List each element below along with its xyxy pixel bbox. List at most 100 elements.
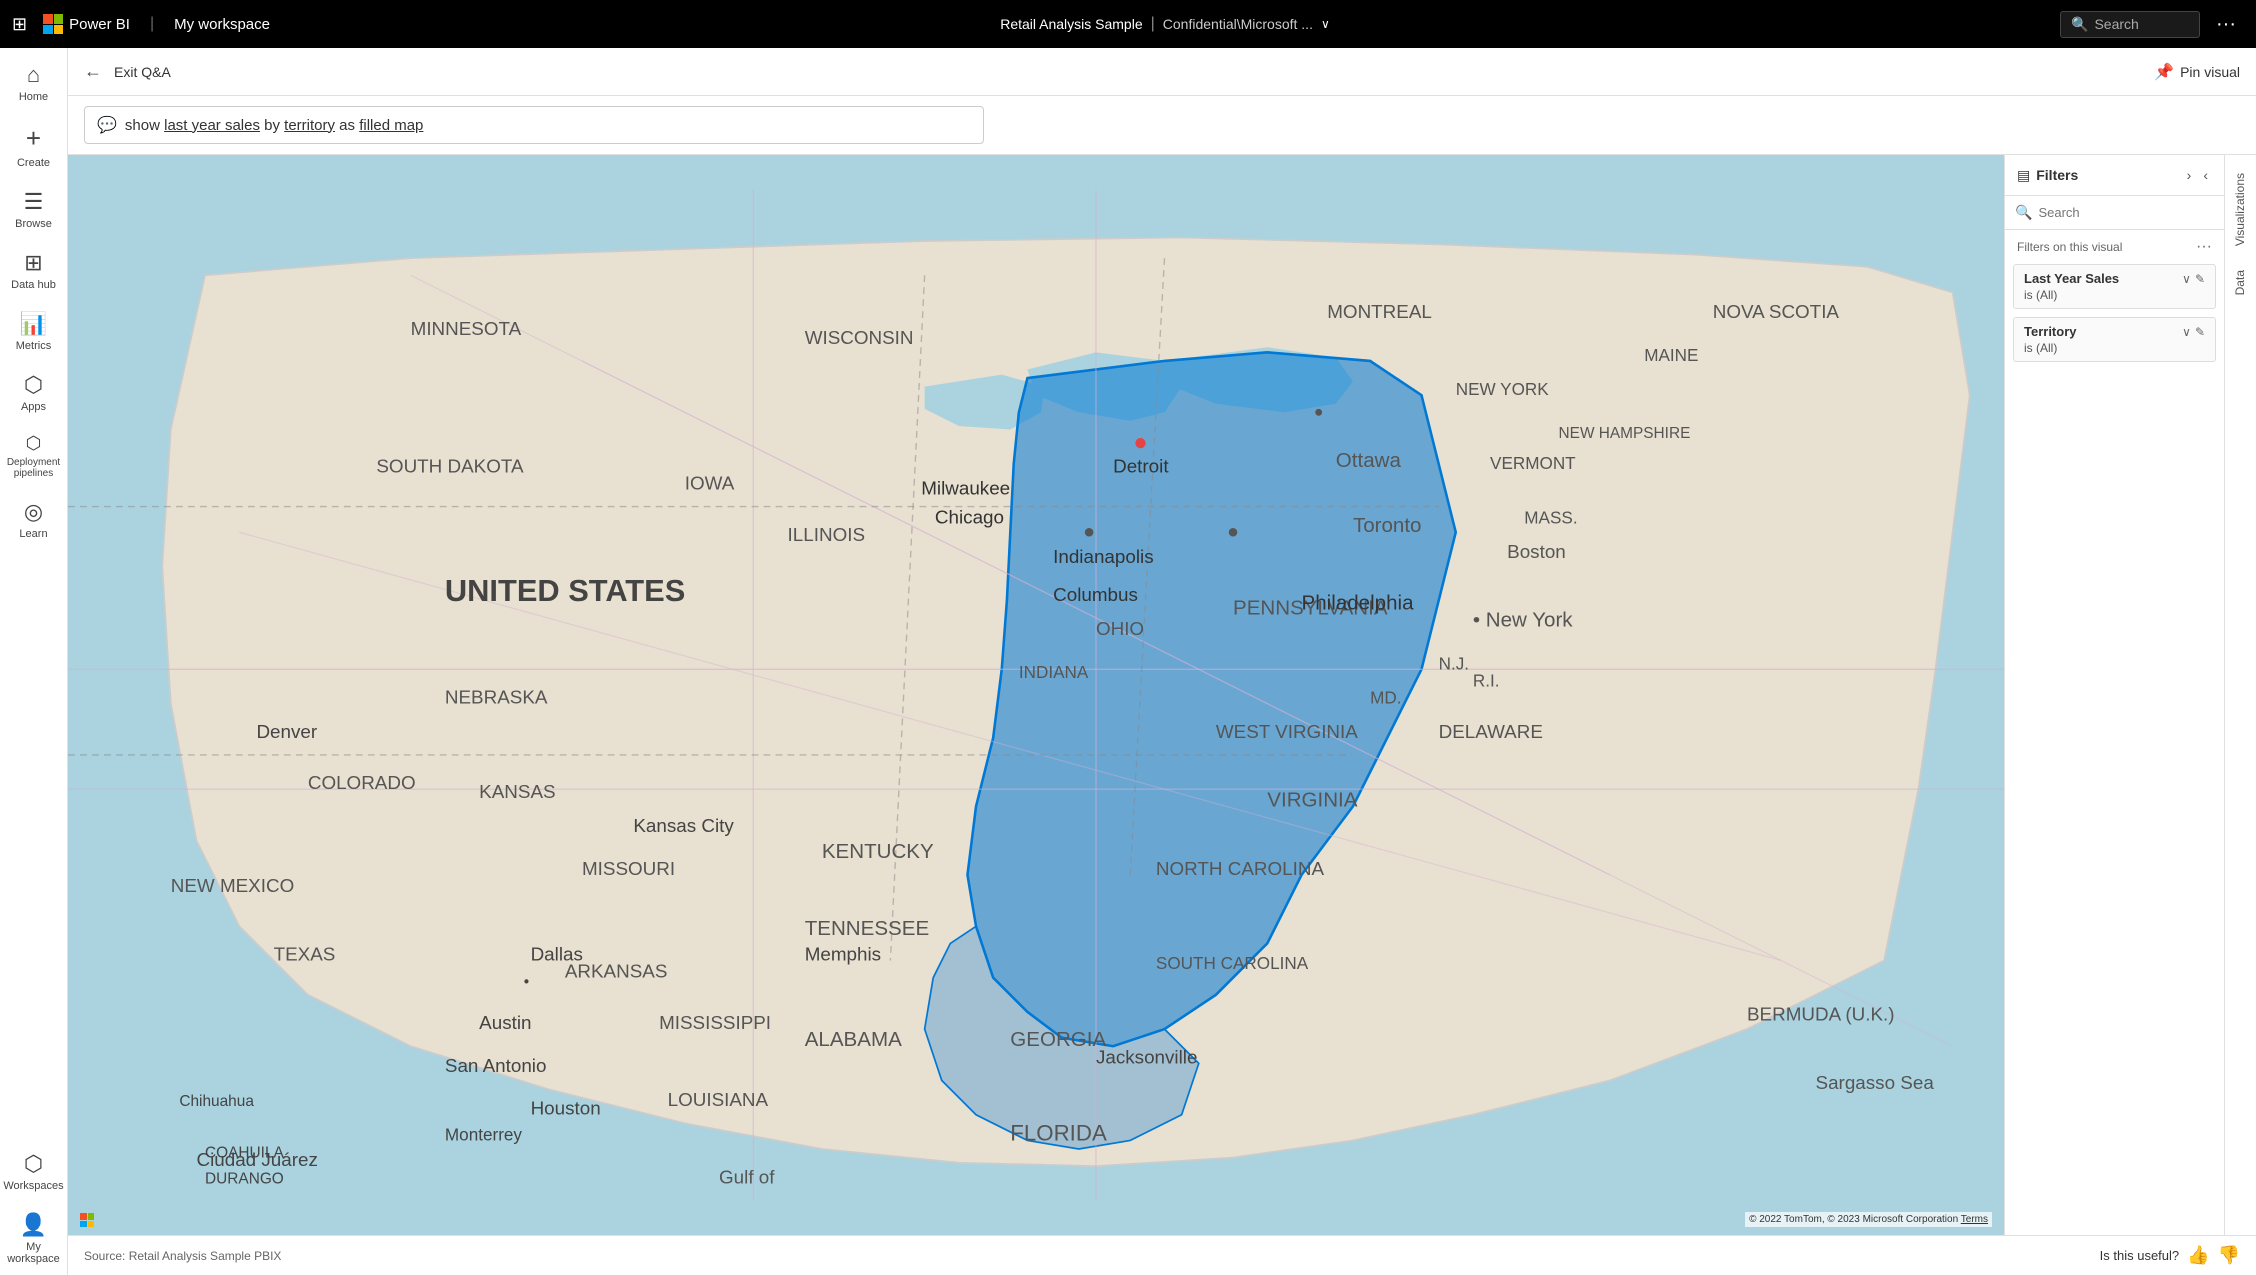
- sidebar-item-deployment[interactable]: ⬡ Deployment pipelines: [0, 423, 67, 489]
- svg-text:KANSAS: KANSAS: [479, 781, 555, 802]
- filter-territory-edit-icon[interactable]: ✎: [2195, 325, 2205, 339]
- svg-text:MISSISSIPPI: MISSISSIPPI: [659, 1012, 771, 1033]
- svg-text:•: •: [524, 973, 529, 990]
- top-search-box[interactable]: 🔍 Search: [2060, 11, 2200, 38]
- svg-text:Chihuahua: Chihuahua: [179, 1093, 254, 1110]
- svg-text:Austin: Austin: [479, 1012, 531, 1033]
- svg-text:MD.: MD.: [1370, 688, 1401, 708]
- thumbdown-icon[interactable]: 👎: [2218, 1245, 2240, 1266]
- map-attribution: © 2022 TomTom, © 2023 Microsoft Corporat…: [1745, 1212, 1992, 1227]
- svg-text:Ottawa: Ottawa: [1336, 449, 1402, 472]
- sidebar-label-metrics: Metrics: [16, 340, 51, 352]
- sidebar-label-deployment: Deployment pipelines: [4, 457, 63, 479]
- create-icon: +: [26, 123, 41, 154]
- more-options-button[interactable]: ···: [2208, 9, 2244, 40]
- filters-collapse-left-icon[interactable]: ‹: [2199, 165, 2212, 185]
- pin-visual-button[interactable]: Pin visual: [2180, 64, 2240, 80]
- sidebar-label-myworkspace: My workspace: [4, 1241, 63, 1265]
- qa-input[interactable]: 💬 show last year sales by territory as f…: [84, 106, 984, 144]
- svg-text:VERMONT: VERMONT: [1490, 453, 1576, 473]
- learn-icon: ◎: [24, 499, 43, 525]
- sidebar-item-metrics[interactable]: 📊 Metrics: [0, 301, 67, 362]
- svg-text:Houston: Houston: [531, 1098, 601, 1119]
- sidebar-item-myworkspace[interactable]: 👤 My workspace: [0, 1202, 67, 1275]
- svg-text:MASS.: MASS.: [1524, 508, 1577, 528]
- grid-menu-icon[interactable]: ⊞: [12, 14, 27, 35]
- sidebar-item-workspaces[interactable]: ⬡ Workspaces: [0, 1141, 67, 1202]
- useful-label: Is this useful?: [2100, 1248, 2180, 1263]
- svg-text:R.I.: R.I.: [1473, 670, 1500, 690]
- filter-card-lastyearsales: Last Year Sales ∨ ✎ is (All): [2013, 264, 2216, 309]
- svg-text:Indianapolis: Indianapolis: [1053, 546, 1154, 567]
- svg-text:NOVA SCOTIA: NOVA SCOTIA: [1713, 301, 1840, 322]
- sidebar-item-datahub[interactable]: ⊞ Data hub: [0, 240, 67, 301]
- svg-text:N.J.: N.J.: [1439, 653, 1469, 673]
- sidebar-label-learn: Learn: [19, 528, 47, 540]
- filters-search-icon: 🔍: [2015, 204, 2032, 221]
- svg-text:COLORADO: COLORADO: [308, 772, 416, 793]
- back-button[interactable]: ←: [84, 61, 102, 82]
- pin-icon: 📌: [2154, 62, 2174, 82]
- filter-card-territory-value: is (All): [2024, 341, 2205, 355]
- filter-lastyearsales-edit-icon[interactable]: ✎: [2195, 272, 2205, 286]
- svg-text:WEST VIRGINIA: WEST VIRGINIA: [1216, 721, 1358, 742]
- filter-card-lastyearsales-value: is (All): [2024, 288, 2205, 302]
- exit-qa-button[interactable]: Exit Q&A: [114, 64, 171, 80]
- sidebar-item-browse[interactable]: ☰ Browse: [0, 179, 67, 240]
- svg-text:IOWA: IOWA: [685, 472, 735, 493]
- tab-data[interactable]: Data: [2227, 260, 2255, 305]
- report-title-area: Retail Analysis Sample | Confidential\Mi…: [286, 15, 2044, 33]
- sidebar-item-learn[interactable]: ◎ Learn: [0, 489, 67, 550]
- footer-source: Source: Retail Analysis Sample PBIX: [84, 1249, 281, 1263]
- filters-expand-right-icon[interactable]: ›: [2183, 165, 2196, 185]
- svg-text:DURANGO: DURANGO: [205, 1170, 284, 1187]
- svg-text:COAHUILA: COAHUILA: [205, 1145, 284, 1162]
- svg-text:VIRGINIA: VIRGINIA: [1267, 788, 1357, 811]
- svg-text:SOUTH CAROLINA: SOUTH CAROLINA: [1156, 953, 1309, 973]
- qa-text: show last year sales by territory as fil…: [125, 117, 423, 134]
- microsoft-logo: [43, 14, 63, 34]
- svg-text:Toronto: Toronto: [1353, 514, 1422, 537]
- sidebar-item-apps[interactable]: ⬡ Apps: [0, 362, 67, 423]
- filters-search-input[interactable]: [2038, 205, 2214, 220]
- qa-icon: 💬: [97, 115, 117, 135]
- qa-link-filledmap[interactable]: filled map: [359, 117, 423, 134]
- filters-section-more-icon[interactable]: ···: [2196, 238, 2212, 256]
- svg-text:Kansas City: Kansas City: [633, 815, 734, 836]
- svg-text:Columbus: Columbus: [1053, 584, 1138, 605]
- search-icon: 🔍: [2071, 16, 2088, 33]
- footer: Source: Retail Analysis Sample PBIX Is t…: [68, 1235, 2256, 1275]
- svg-text:KENTUCKY: KENTUCKY: [822, 840, 934, 863]
- tab-visualizations[interactable]: Visualizations: [2227, 163, 2255, 256]
- footer-right: Is this useful? 👍 👎: [2100, 1245, 2240, 1266]
- top-nav-right: 🔍 Search ···: [2060, 9, 2244, 40]
- workspace-name[interactable]: My workspace: [174, 16, 270, 33]
- svg-text:MAINE: MAINE: [1644, 345, 1698, 365]
- map-svg: UNITED STATES PENNSYLVANIA OHIO INDIANA …: [68, 155, 2004, 1235]
- sidebar-item-home[interactable]: ⌂ Home: [0, 52, 67, 113]
- right-tabs: Visualizations Data: [2224, 155, 2256, 1235]
- qa-link-territory[interactable]: territory: [284, 117, 335, 134]
- svg-text:Philadelphia: Philadelphia: [1302, 591, 1415, 614]
- toolbar-right: 📌 Pin visual: [2154, 62, 2240, 82]
- home-icon: ⌂: [27, 62, 40, 88]
- filters-search: 🔍: [2005, 196, 2224, 230]
- title-chevron-icon[interactable]: ∨: [1321, 17, 1330, 31]
- sidebar-label-workspaces: Workspaces: [3, 1180, 63, 1192]
- toolbar: ← Exit Q&A 📌 Pin visual: [68, 48, 2256, 96]
- filter-card-territory-title: Territory: [2024, 324, 2077, 339]
- qa-link-lastyearsales[interactable]: last year sales: [164, 117, 260, 134]
- svg-text:UNITED STATES: UNITED STATES: [445, 573, 685, 608]
- filter-territory-chevron-icon[interactable]: ∨: [2182, 325, 2191, 339]
- myworkspace-icon: 👤: [20, 1212, 47, 1238]
- filter-card-territory-actions: ∨ ✎: [2182, 325, 2205, 339]
- thumbup-icon[interactable]: 👍: [2187, 1245, 2209, 1266]
- filter-lastyearsales-chevron-icon[interactable]: ∨: [2182, 272, 2191, 286]
- svg-text:NEBRASKA: NEBRASKA: [445, 687, 548, 708]
- map-container[interactable]: UNITED STATES PENNSYLVANIA OHIO INDIANA …: [68, 155, 2004, 1235]
- filter-card-lastyearsales-header: Last Year Sales ∨ ✎: [2024, 271, 2205, 286]
- filters-title-row: ▤ Filters: [2017, 167, 2078, 184]
- sidebar-item-create[interactable]: + Create: [0, 113, 67, 179]
- svg-text:Chicago: Chicago: [935, 507, 1004, 528]
- brand: Power BI: [43, 14, 130, 34]
